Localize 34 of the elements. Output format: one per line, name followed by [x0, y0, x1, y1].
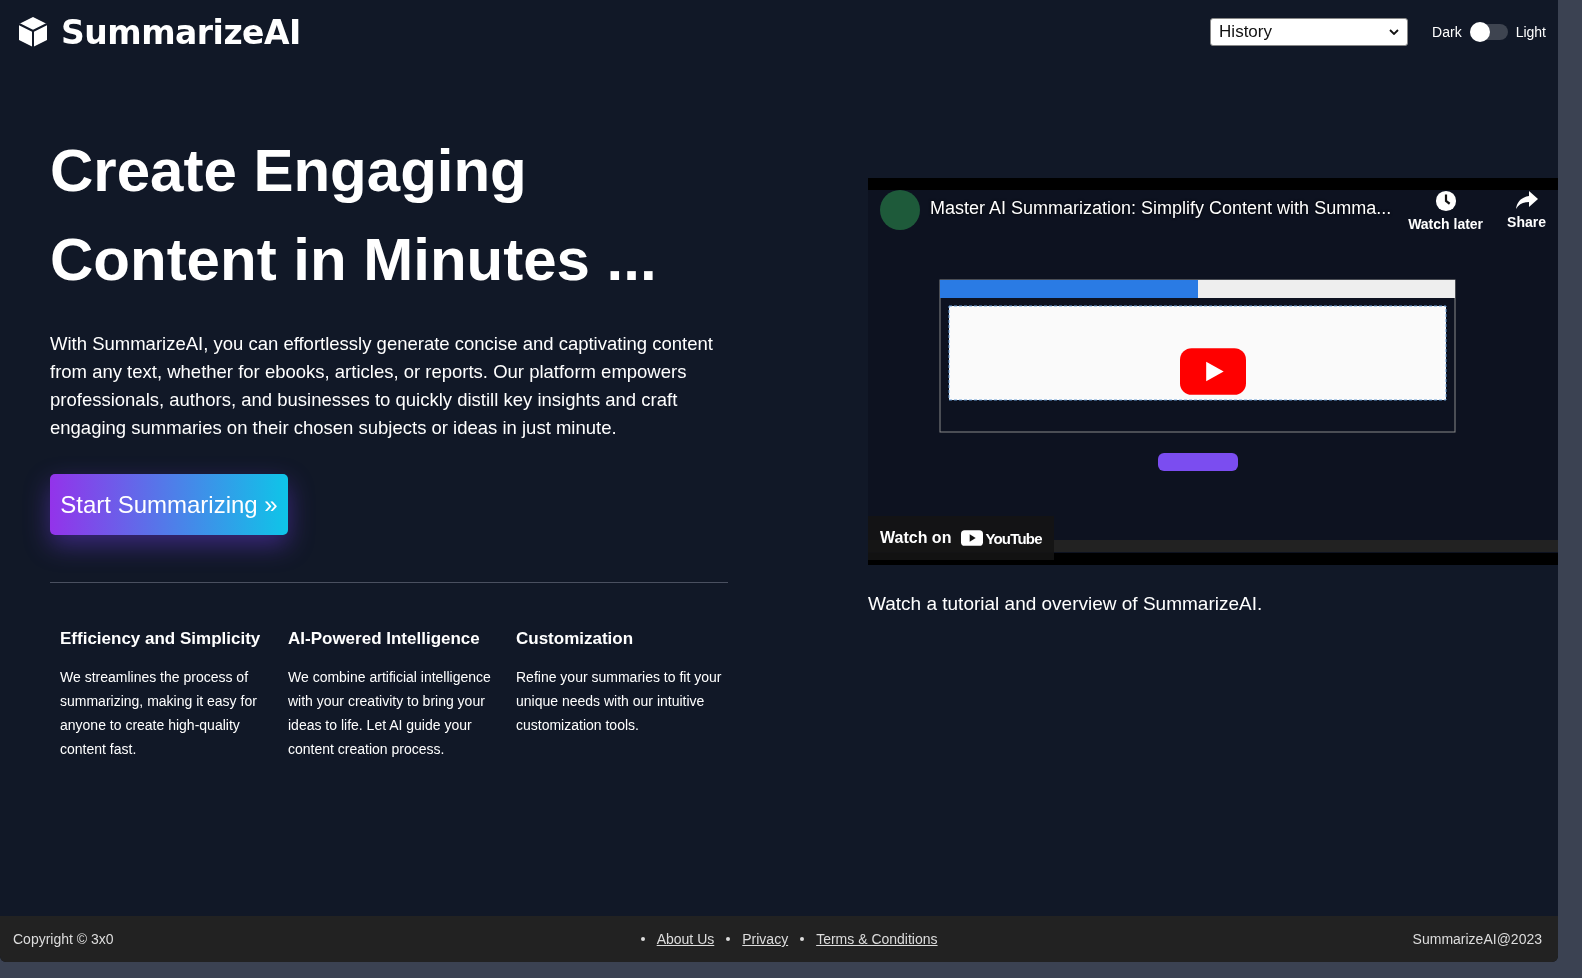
chevron-down-icon[interactable] [1389, 29, 1400, 35]
bullet-icon [726, 937, 731, 941]
light-label: Light [1515, 24, 1546, 40]
feature-title: Customization [516, 628, 635, 650]
feature-title: Efficiency and Simplicity [60, 628, 262, 650]
share-icon[interactable] [1514, 190, 1539, 210]
clock-icon[interactable] [1434, 190, 1457, 212]
history-select[interactable]: History [1210, 18, 1409, 46]
share-label[interactable]: Share [1507, 214, 1546, 230]
video-title[interactable]: Master AI Summarization: Simplify Content with Summa... [930, 198, 1392, 219]
logo-text[interactable]: SummarizeAI [61, 12, 301, 52]
footer-brand-text: SummarizeAI@2023 [1412, 931, 1542, 947]
footer-link[interactable]: Terms & Conditions [816, 931, 938, 947]
bullet-icon [640, 937, 645, 941]
feature-description: We combine artificial intelligence with your creativity to bring your ideas to life. Let AI guide your content creation process. [288, 668, 492, 759]
footer-link[interactable]: About Us [656, 931, 715, 947]
play-logo-icon[interactable] [961, 530, 984, 546]
play-button[interactable] [1180, 348, 1246, 395]
feature-description: We streamlines the process of summarizing, making it easy for anyone to create high-quality content fast. [60, 668, 258, 759]
theme-toggle[interactable] [1469, 24, 1508, 40]
video-player[interactable]: Master AI Summarization: Simplify Content with Summa... Watch later Share Watch on YouTube [868, 178, 1558, 565]
dark-label: Dark [1432, 24, 1462, 40]
feature-description: Refine your summaries to fit your unique needs with our intuitive customization tools. [516, 668, 723, 735]
hero-heading: Content in Minutes ... [50, 225, 657, 295]
copyright-text: Copyright © 3x0 [13, 931, 114, 947]
watch-on-youtube-button[interactable]: Watch on YouTube [868, 516, 1054, 560]
hero-heading: Create Engaging [50, 136, 527, 206]
video-caption: Watch a tutorial and overview of SummarizeAI. [868, 593, 1264, 615]
watch-later-label[interactable]: Watch later [1408, 216, 1484, 232]
feature-title: AI-Powered Intelligence [288, 628, 481, 650]
footer-link[interactable]: Privacy [742, 931, 789, 947]
hero-description: With SummarizeAI, you can effortlessly generate concise and captivating content from any text, whether for ebooks, articles, or reports. Our platform empowers professionals, authors, and businesses to quickly distill key insights and craft engaging summaries on their chosen subjects or ideas in just minute. [50, 332, 714, 440]
cube-icon [17, 15, 49, 49]
bullet-icon [800, 937, 805, 941]
